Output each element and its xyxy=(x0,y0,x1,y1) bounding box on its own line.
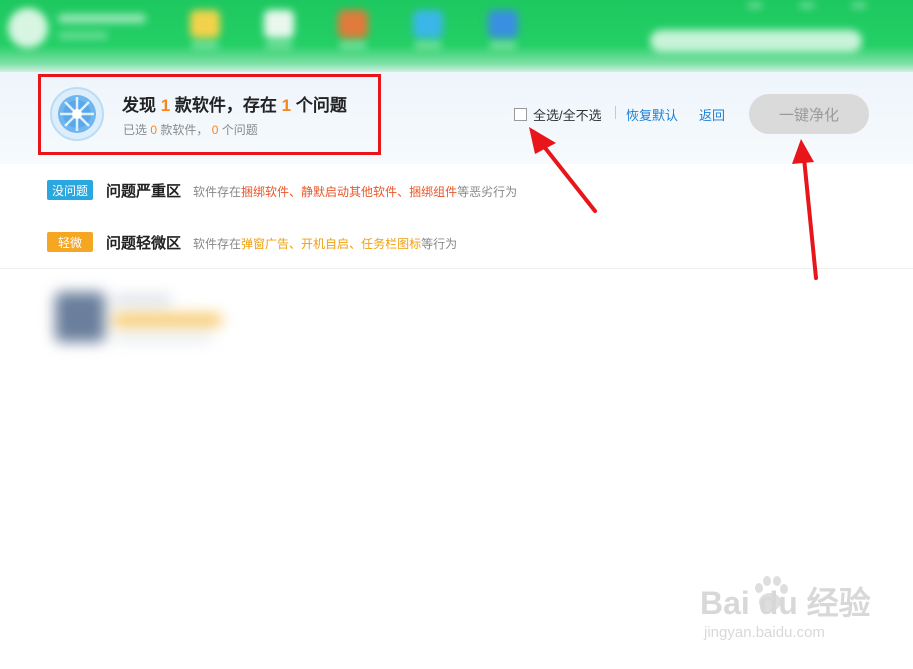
arrow-to-clean-button xyxy=(792,139,818,280)
annotation-arrows xyxy=(529,127,818,280)
watermark: Bai du 经验 jingyan.baidu.com xyxy=(700,572,871,652)
watermark-url: jingyan.baidu.com xyxy=(704,624,825,641)
arrow-to-checkbox xyxy=(529,127,597,213)
watermark-brand: Bai du 经验 xyxy=(700,585,871,621)
